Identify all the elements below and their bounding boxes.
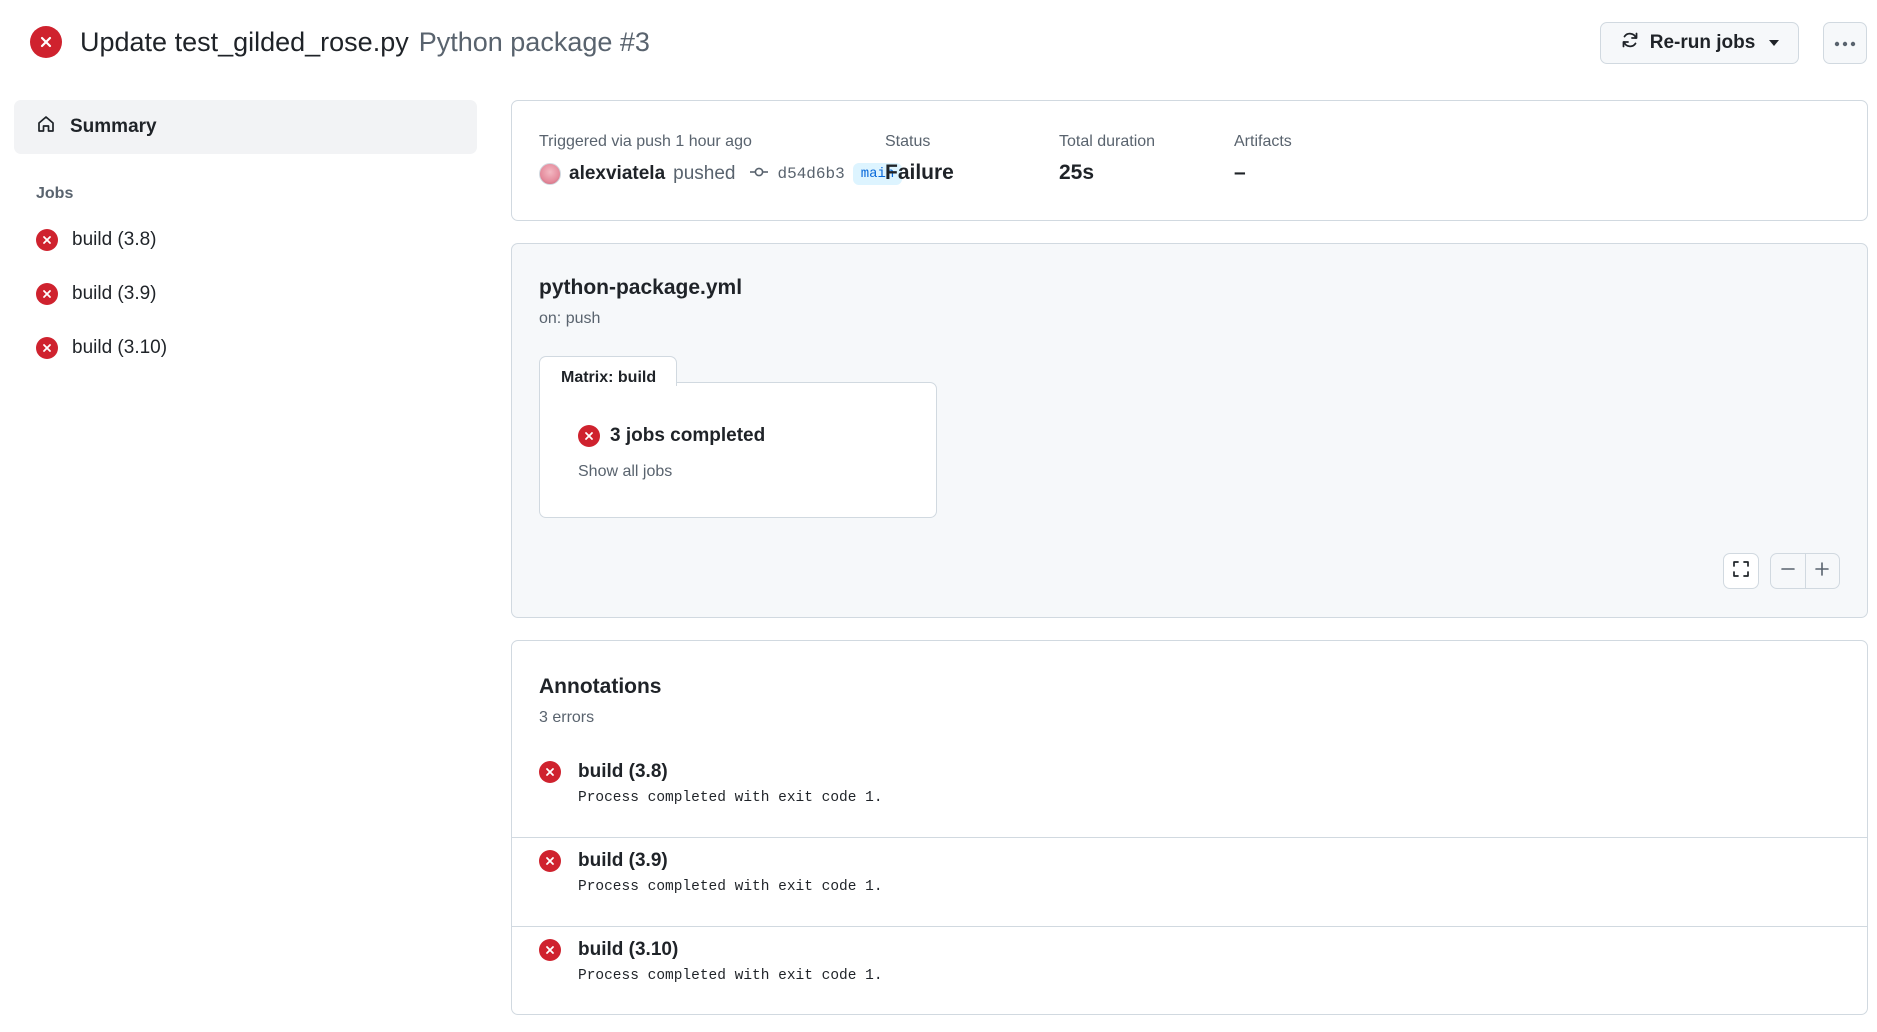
artifacts-label: Artifacts — [1234, 133, 1292, 150]
rerun-jobs-label: Re-run jobs — [1649, 32, 1756, 53]
matrix-job-box: 3 jobs completed Show all jobs — [539, 382, 937, 518]
workflow-run-number: Python package #3 — [418, 26, 650, 57]
home-icon — [36, 114, 56, 140]
zoom-out-button[interactable] — [1771, 554, 1805, 588]
push-details: alexviatela pushed d54d6b3 main — [539, 163, 903, 185]
artifacts-info: Artifacts – — [1234, 133, 1292, 185]
annotation-item[interactable]: build (3.9) Process completed with exit … — [512, 838, 1867, 927]
annotation-item[interactable]: build (3.10) Process completed with exit… — [512, 927, 1867, 1016]
git-commit-icon — [749, 165, 769, 183]
x-circle-fill-icon — [36, 283, 58, 305]
workflow-trigger: on: push — [539, 310, 601, 327]
annotation-job-link[interactable]: build (3.9) — [578, 850, 668, 872]
sidebar-item-label: build (3.8) — [72, 229, 157, 250]
run-title: Update test_gilded_rose.py — [80, 26, 409, 57]
jobs-list: build (3.8) build (3.9) build (3.10) — [14, 213, 477, 375]
annotations-title: Annotations — [539, 675, 662, 698]
sidebar: Summary Jobs build (3.8) build (3.9) bui… — [14, 100, 477, 375]
sync-icon — [1620, 30, 1640, 56]
sidebar-item-label: Summary — [70, 116, 157, 137]
trigger-label: Triggered via push 1 hour ago — [539, 133, 752, 150]
duration-label: Total duration — [1059, 133, 1156, 150]
username-link[interactable]: alexviatela — [569, 163, 665, 185]
triangle-down-icon — [1769, 40, 1780, 46]
screen-full-icon — [1732, 560, 1750, 583]
workflow-file-name[interactable]: python-package.yml — [539, 276, 742, 300]
annotation-item[interactable]: build (3.8) Process completed with exit … — [512, 749, 1867, 838]
matrix-status[interactable]: 3 jobs completed — [578, 425, 765, 447]
show-all-jobs-link[interactable]: Show all jobs — [578, 463, 672, 481]
jobs-heading: Jobs — [36, 185, 74, 202]
x-circle-fill-icon — [30, 26, 62, 58]
trigger-info: Triggered via push 1 hour ago alexviatel… — [539, 133, 903, 185]
status-label: Status — [885, 133, 931, 150]
annotation-message: Process completed with exit code 1. — [578, 790, 883, 806]
duration-value: 25s — [1059, 161, 1095, 184]
matrix-status-label: 3 jobs completed — [610, 425, 766, 446]
annotation-message: Process completed with exit code 1. — [578, 879, 883, 895]
more-options-button[interactable] — [1823, 22, 1867, 64]
kebab-horizontal-icon — [1834, 34, 1856, 52]
x-circle-fill-icon — [36, 229, 58, 251]
sidebar-item-job[interactable]: build (3.10) — [14, 321, 477, 375]
zoom-in-button[interactable] — [1804, 554, 1840, 588]
sidebar-item-label: build (3.10) — [72, 337, 168, 358]
x-circle-fill-icon — [539, 939, 561, 961]
status-info: Status Failure — [885, 133, 954, 185]
run-summary-card: Triggered via push 1 hour ago alexviatel… — [511, 100, 1868, 221]
annotations-card: Annotations 3 errors build (3.8) Process… — [511, 640, 1868, 1015]
x-circle-fill-icon — [578, 425, 600, 447]
avatar[interactable] — [539, 163, 561, 185]
x-circle-fill-icon — [539, 850, 561, 872]
duration-info: Total duration 25s — [1059, 133, 1155, 185]
sidebar-item-label: build (3.9) — [72, 283, 157, 304]
sidebar-item-summary[interactable]: Summary — [14, 100, 477, 154]
zoom-controls — [1770, 553, 1840, 589]
commit-sha: d54d6b3 — [777, 165, 845, 183]
rerun-jobs-button[interactable]: Re-run jobs — [1600, 22, 1799, 64]
annotations-count: 3 errors — [539, 709, 595, 726]
sidebar-item-job[interactable]: build (3.8) — [14, 213, 477, 267]
annotation-message: Process completed with exit code 1. — [578, 968, 883, 984]
run-title-group: Update test_gilded_rose.py Python packag… — [30, 26, 650, 58]
x-circle-fill-icon — [36, 337, 58, 359]
action-text: pushed — [673, 163, 736, 184]
dash-icon — [1780, 561, 1796, 582]
plus-icon — [1814, 561, 1830, 582]
annotation-job-link[interactable]: build (3.8) — [578, 761, 668, 783]
workflow-graph-card: python-package.yml on: push Matrix: buil… — [511, 243, 1868, 618]
annotation-job-link[interactable]: build (3.10) — [578, 939, 678, 961]
status-value: Failure — [885, 161, 954, 184]
commit-link[interactable]: d54d6b3 — [749, 165, 845, 183]
artifacts-value: – — [1234, 161, 1246, 184]
fullscreen-button[interactable] — [1723, 553, 1759, 589]
annotations-list: build (3.8) Process completed with exit … — [512, 749, 1867, 1016]
sidebar-item-job[interactable]: build (3.9) — [14, 267, 477, 321]
run-header: Update test_gilded_rose.py Python packag… — [30, 22, 1867, 74]
matrix-tab: Matrix: build — [539, 356, 677, 386]
x-circle-fill-icon — [539, 761, 561, 783]
